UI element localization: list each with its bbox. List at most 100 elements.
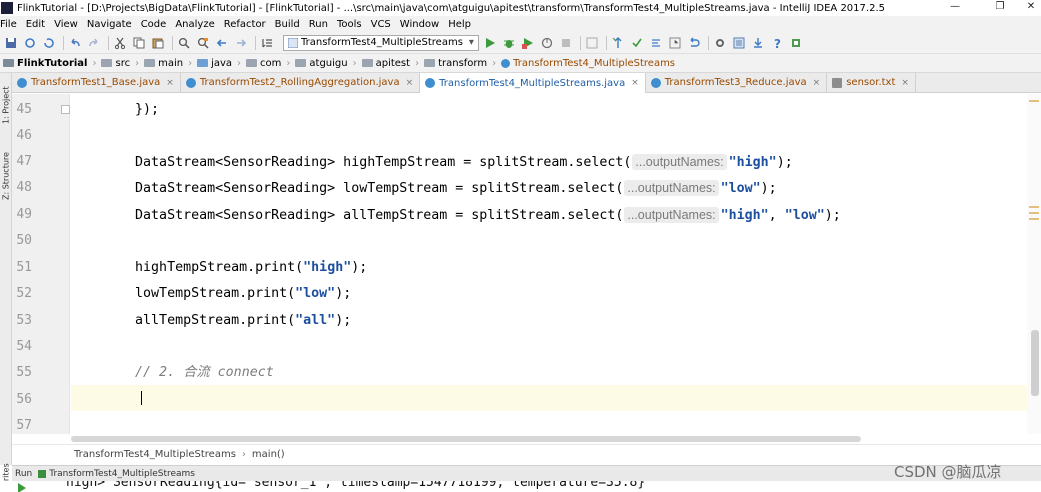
vcs-revert-icon[interactable]: [687, 36, 701, 50]
error-stripe-marker[interactable]: [1029, 206, 1039, 208]
sync-icon[interactable]: [23, 36, 37, 50]
tab-transformtest3-reduce[interactable]: TransformTest3_Reduce.java ×: [646, 73, 828, 92]
settings-icon[interactable]: [713, 36, 727, 50]
forward-icon[interactable]: [234, 36, 248, 50]
undo-icon[interactable]: [68, 36, 82, 50]
stop-icon[interactable]: [559, 36, 573, 50]
code-editor[interactable]: }); DataStream<SensorReading> highTempSt…: [71, 94, 1027, 434]
nav-crumb-src[interactable]: src ›: [101, 58, 144, 69]
console-output-line: high> SensorReading{id='sensor_1', times…: [66, 481, 646, 490]
plugins-icon[interactable]: [789, 36, 803, 50]
window-title: FlinkTutorial - [D:\Projects\BigData\Fli…: [17, 2, 885, 14]
nav-crumb-com[interactable]: com ›: [246, 58, 295, 69]
tab-sensor-txt[interactable]: sensor.txt ×: [827, 73, 916, 92]
menu-window[interactable]: Window: [400, 19, 439, 30]
menu-navigate[interactable]: Navigate: [87, 19, 132, 30]
tab-transformtest4-multiplestreams[interactable]: TransformTest4_MultipleStreams.java ×: [420, 73, 646, 93]
menu-tools[interactable]: Tools: [337, 19, 362, 30]
close-window-button[interactable]: ✕: [1016, 0, 1041, 16]
nav-crumb-apitest[interactable]: apitest ›: [361, 57, 424, 69]
nav-crumb-atguigu[interactable]: atguigu ›: [295, 58, 361, 69]
nav-crumb-main[interactable]: main ›: [144, 58, 197, 69]
find-icon[interactable]: [177, 36, 191, 50]
tab-transformtest1-base[interactable]: TransformTest1_Base.java ×: [12, 73, 181, 92]
structure-tool-button[interactable]: Z: Structure: [0, 145, 12, 207]
code-line: DataStream<SensorReading> highTempStream…: [71, 154, 793, 170]
breadcrumb-class[interactable]: TransformTest4_MultipleStreams: [74, 449, 236, 460]
nav-crumb-label: com: [260, 57, 282, 69]
run-configuration-selector[interactable]: TransformTest4_MultipleStreams ▾: [283, 34, 479, 51]
cut-icon[interactable]: [113, 36, 127, 50]
vertical-scroll-thumb[interactable]: [1031, 330, 1039, 396]
vcs-compare-icon[interactable]: [649, 36, 663, 50]
rerun-icon[interactable]: [18, 483, 26, 492]
chevron-right-icon: ›: [188, 57, 193, 69]
close-tab-icon[interactable]: ×: [813, 78, 821, 88]
vcs-commit-icon[interactable]: [630, 36, 644, 50]
vcs-update-icon[interactable]: [611, 36, 625, 50]
menu-file[interactable]: File: [0, 19, 17, 30]
nav-crumb-class[interactable]: TransformTest4_MultipleStreams: [501, 58, 675, 69]
close-tab-icon[interactable]: ×: [901, 78, 909, 88]
attach-debugger-icon[interactable]: [585, 36, 599, 50]
error-stripe-marker[interactable]: [1029, 100, 1039, 102]
tab-transformtest2-rollingaggregation[interactable]: TransformTest2_RollingAggregation.java ×: [181, 73, 421, 92]
menu-refactor[interactable]: Refactor: [224, 19, 266, 30]
minimize-button[interactable]: —: [940, 0, 970, 16]
menu-view[interactable]: View: [54, 19, 78, 30]
chevron-right-icon: ›: [492, 57, 497, 69]
code-comment-line: // 2. 合流 connect: [71, 365, 274, 380]
breadcrumb-method[interactable]: main(): [252, 449, 285, 460]
nav-crumb-transform[interactable]: transform ›: [424, 58, 501, 69]
nav-crumb-label: java: [211, 57, 233, 69]
debug-icon[interactable]: [502, 36, 516, 50]
paste-icon[interactable]: [151, 36, 165, 50]
close-tab-icon[interactable]: ×: [631, 78, 639, 88]
menu-help[interactable]: Help: [448, 19, 471, 30]
horizontal-scroll-thumb[interactable]: [71, 436, 861, 442]
menu-build[interactable]: Build: [275, 19, 300, 30]
profile-icon[interactable]: [540, 36, 554, 50]
text-file-icon: [832, 77, 843, 88]
nav-crumb-java[interactable]: java ›: [197, 58, 246, 69]
chevron-right-icon: ›: [92, 57, 97, 69]
project-tool-button[interactable]: 1: Project: [0, 77, 12, 133]
menu-run[interactable]: Run: [309, 19, 328, 30]
run-panel-config[interactable]: TransformTest4_MultipleStreams: [49, 469, 195, 479]
menu-vcs[interactable]: VCS: [371, 19, 391, 30]
make-project-icon[interactable]: [260, 36, 274, 50]
run-console[interactable]: high> SensorReading{id='sensor_1', times…: [0, 481, 1041, 492]
refresh-icon[interactable]: [42, 36, 56, 50]
toolbar-divider: [707, 35, 709, 50]
maximize-button[interactable]: ❐: [985, 0, 1015, 16]
fold-marker-icon[interactable]: [61, 105, 70, 114]
error-stripe-marker[interactable]: [1029, 218, 1039, 220]
replace-icon[interactable]: [196, 36, 210, 50]
toolbar-divider: [63, 35, 64, 50]
close-tab-icon[interactable]: ×: [406, 78, 414, 88]
back-icon[interactable]: [215, 36, 229, 50]
run-panel-label[interactable]: Run: [15, 469, 32, 479]
error-stripe-marker[interactable]: [1029, 212, 1039, 214]
menu-edit[interactable]: Edit: [26, 19, 45, 30]
coverage-icon[interactable]: [521, 36, 535, 50]
close-tab-icon[interactable]: ×: [166, 78, 174, 88]
run-icon[interactable]: [483, 36, 497, 50]
chevron-down-icon: ▾: [468, 37, 474, 48]
copy-icon[interactable]: [132, 36, 146, 50]
menu-code[interactable]: Code: [141, 19, 167, 30]
tab-label: sensor.txt: [846, 77, 896, 88]
line-number-gutter[interactable]: 45 46 47 48 49 50 51 52 53 54 55 56 57: [12, 94, 70, 434]
chevron-right-icon: ›: [415, 57, 420, 69]
help-icon[interactable]: ?: [770, 36, 784, 50]
code-line: highTempStream.print("high");: [71, 260, 368, 275]
project-structure-icon[interactable]: [732, 36, 746, 50]
nav-crumb-project[interactable]: FlinkTutorial ›: [3, 58, 101, 69]
save-all-icon[interactable]: [4, 36, 18, 50]
redo-icon[interactable]: [87, 36, 101, 50]
parameter-hint: ...outputNames:: [632, 154, 727, 170]
menu-analyze[interactable]: Analyze: [175, 19, 214, 30]
sdk-download-icon[interactable]: [751, 36, 765, 50]
code-line: DataStream<SensorReading> lowTempStream …: [71, 180, 777, 196]
vcs-history-icon[interactable]: [668, 36, 682, 50]
